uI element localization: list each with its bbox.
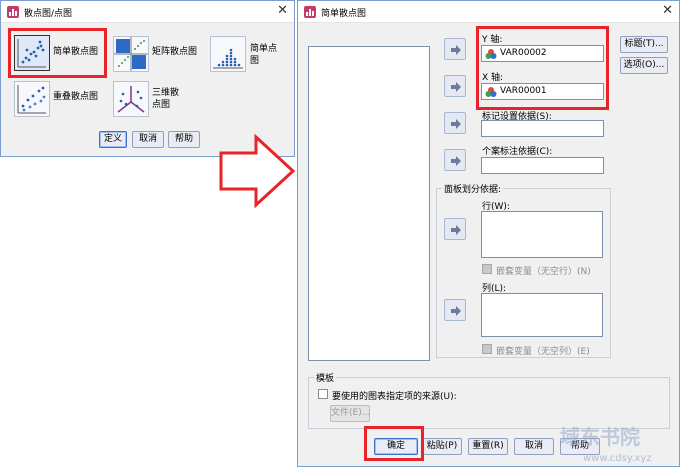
simple-scatter-titlebar: 简单散点图 ✕	[298, 1, 679, 23]
dialog-title: 简单散点图	[321, 9, 367, 19]
nest-columns-checkbox[interactable]	[482, 344, 492, 354]
columns-list[interactable]	[481, 293, 603, 337]
3d-scatter-icon[interactable]	[113, 81, 149, 117]
case-label-field[interactable]	[481, 157, 604, 174]
chart-type-label-overlay-scatter[interactable]: 重叠散点图	[53, 89, 98, 102]
arrow-right-icon	[219, 133, 296, 209]
close-icon[interactable]: ✕	[277, 3, 288, 18]
right-arrow-icon	[451, 306, 461, 316]
nest-rows-label: 嵌套变量（无空行）(N)	[496, 267, 591, 277]
highlight-axes	[476, 26, 609, 110]
use-chart-spec-label[interactable]: 要使用的图表指定项的来源(U):	[332, 389, 457, 402]
options-button[interactable]: 选项(O)...	[620, 57, 668, 74]
scatter-dot-titlebar: 散点图/点图 ✕	[1, 1, 294, 23]
marker-field[interactable]	[481, 120, 604, 137]
help-button[interactable]: 帮助	[168, 131, 200, 148]
3d-scatter-label-line2: 点图	[152, 100, 171, 110]
titles-button[interactable]: 标题(T)...	[620, 36, 668, 53]
dialog-title: 散点图/点图	[24, 9, 73, 19]
move-to-columns-button[interactable]	[444, 299, 466, 321]
simple-dot-label-line1: 简单点	[250, 44, 278, 54]
nest-rows-checkbox[interactable]	[482, 264, 492, 274]
paste-button[interactable]: 粘贴(P)	[422, 438, 462, 455]
right-arrow-icon	[451, 156, 461, 166]
case-label-label: 个案标注依据(C):	[482, 147, 553, 157]
cancel-button[interactable]: 取消	[514, 438, 554, 455]
spss-app-icon	[7, 6, 19, 18]
right-arrow-icon	[451, 119, 461, 129]
move-to-case-label-button[interactable]	[444, 149, 466, 171]
use-chart-spec-checkbox[interactable]	[318, 389, 328, 399]
close-icon[interactable]: ✕	[662, 3, 673, 18]
file-button[interactable]: 文件(E)...	[330, 405, 370, 422]
highlight-simple-scatter	[8, 28, 107, 78]
move-to-rows-button[interactable]	[444, 218, 466, 240]
right-arrow-icon	[451, 225, 461, 235]
watermark-url: www.cdsy.xyz	[583, 453, 652, 464]
reset-button[interactable]: 重置(R)	[468, 438, 508, 455]
overlay-scatter-icon[interactable]	[14, 81, 50, 117]
right-arrow-icon	[451, 45, 461, 55]
highlight-ok-button	[364, 426, 424, 461]
right-arrow-icon	[451, 82, 461, 92]
watermark-title: 域东书院	[560, 425, 640, 449]
3d-scatter-label-line1: 三维散	[152, 88, 180, 98]
simple-dot-icon[interactable]	[210, 36, 246, 72]
chart-type-label-simple-dot[interactable]: 简单点 图	[250, 43, 277, 67]
rows-list[interactable]	[481, 211, 603, 258]
chart-type-label-3d-scatter[interactable]: 三维散 点图	[152, 87, 179, 111]
matrix-scatter-icon[interactable]	[113, 36, 149, 72]
nest-columns-label: 嵌套变量（无空列）(E)	[496, 347, 590, 357]
cancel-button[interactable]: 取消	[132, 131, 164, 148]
template-title: 模板	[314, 371, 337, 384]
chart-type-label-matrix-scatter[interactable]: 矩阵散点图	[152, 44, 197, 57]
define-button[interactable]: 定义	[99, 131, 127, 148]
move-to-x-axis-button[interactable]	[444, 75, 466, 97]
simple-scatter-dialog: 简单散点图 ✕ Y 轴: VAR00002 X 轴: VAR00001 标记设置…	[297, 0, 680, 467]
move-to-marker-button[interactable]	[444, 112, 466, 134]
source-variable-list[interactable]	[308, 46, 430, 361]
simple-dot-label-line2: 图	[250, 56, 260, 66]
move-to-y-axis-button[interactable]	[444, 38, 466, 60]
panel-title: 面板划分依据:	[442, 182, 504, 195]
spss-app-icon	[304, 6, 316, 18]
